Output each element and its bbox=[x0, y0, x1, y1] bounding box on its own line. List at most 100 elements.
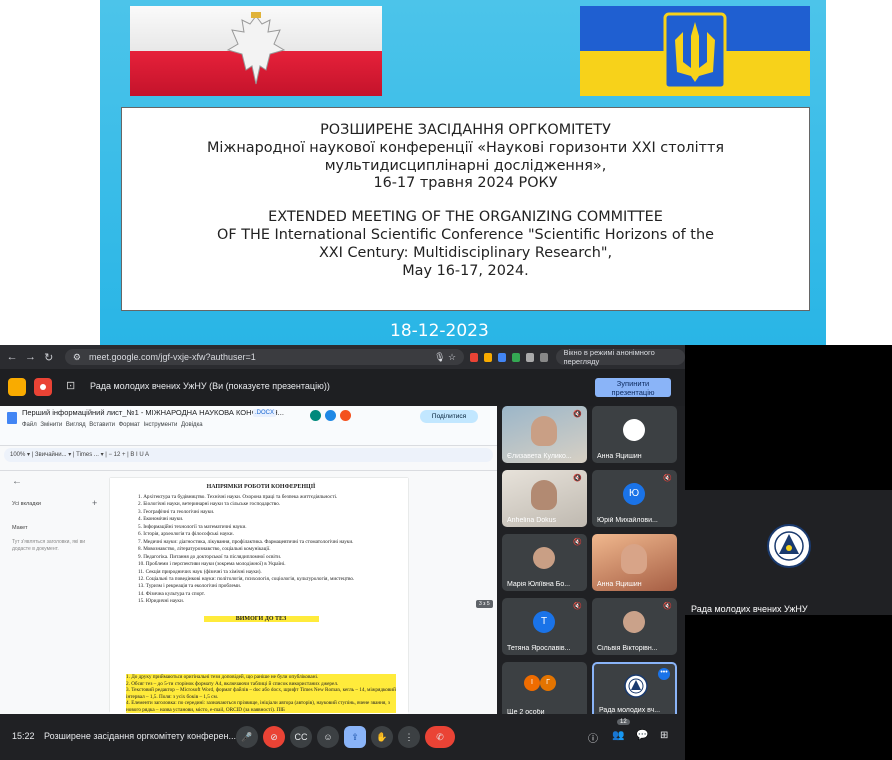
share-button[interactable]: Поділитися bbox=[420, 410, 478, 423]
people-icon[interactable]: 👥 bbox=[612, 730, 624, 741]
participant-tile[interactable]: Т 🔇 Тетяна Ярославів... bbox=[502, 598, 587, 655]
chat-icon[interactable]: 💬 bbox=[636, 730, 648, 741]
avatar[interactable] bbox=[310, 410, 321, 421]
extension-icon[interactable] bbox=[511, 352, 520, 362]
document-title[interactable]: Перший інформаційний лист_№1 - МІЖНАРОДН… bbox=[22, 408, 284, 417]
forward-icon[interactable]: → bbox=[24, 351, 36, 363]
participant-tile[interactable]: 🔇 Сільвія Вікторівн... bbox=[592, 598, 677, 655]
list-item: 13. Туризм і рекреація та екологічні про… bbox=[138, 583, 242, 590]
title-uk-line-3: мультидисциплінарні дослідження», bbox=[324, 157, 607, 174]
section-heading: НАПРЯМКИ РОБОТИ КОНФЕРЕНЦІЇ bbox=[206, 484, 316, 490]
incognito-indicator[interactable]: Вікно в режимі анонімного перегляду bbox=[555, 348, 685, 366]
participant-tile-self[interactable]: ••• Рада молодих вч... bbox=[592, 662, 677, 719]
site-info-icon[interactable]: ⚙ bbox=[73, 352, 81, 363]
participant-tile[interactable]: 🔇 Марія Юліївна Бо... bbox=[502, 534, 587, 591]
docx-badge: .DOCX bbox=[253, 409, 277, 417]
participant-video bbox=[621, 544, 647, 574]
stop-presenting-button[interactable]: Зупинити презентацію bbox=[595, 378, 671, 397]
title-en-line-4: May 16-17, 2024. bbox=[402, 262, 529, 279]
docs-menu[interactable]: Файл Змінити Вигляд Вставити Формат Інст… bbox=[22, 422, 203, 428]
avatar: Т bbox=[533, 611, 555, 633]
participant-tile[interactable]: 🔇 Anhelina Dokus bbox=[502, 470, 587, 527]
more-options-button[interactable]: ⋮ bbox=[398, 726, 420, 748]
list-item: 14. Фізична культура та спорт. bbox=[138, 590, 205, 597]
participant-tile[interactable]: 🔇 Єлизавета Кулико... bbox=[502, 406, 587, 463]
present-button[interactable]: ⇪ bbox=[344, 726, 366, 748]
captions-button[interactable]: CC bbox=[290, 726, 312, 748]
activities-icon[interactable]: ⊞ bbox=[660, 730, 668, 741]
raise-hand-button[interactable]: ✋ bbox=[371, 726, 393, 748]
microphone-button[interactable]: 🎤 bbox=[236, 726, 258, 748]
avatar bbox=[623, 419, 645, 441]
docs-icon bbox=[7, 412, 17, 424]
docs-formatting-toolbar[interactable]: 100% ▾ | Звичайни... ▾ | Times ... ▾ | −… bbox=[4, 448, 493, 462]
participant-video bbox=[531, 416, 557, 446]
microphone-status-icon[interactable]: 🎙 ☆ bbox=[434, 352, 456, 363]
end-call-button[interactable]: ✆ bbox=[425, 726, 455, 748]
participant-grid: 🔇 Єлизавета Кулико... Анна Яцишин 🔇 Anhe… bbox=[500, 406, 683, 719]
avatar bbox=[533, 547, 555, 569]
docs-header: Перший інформаційний лист_№1 - МІЖНАРОДН… bbox=[0, 406, 497, 446]
document-outline: ← Усі вкладки + Макет Тут з'являться заг… bbox=[0, 471, 108, 714]
ruler bbox=[0, 464, 497, 471]
avatar[interactable] bbox=[340, 410, 351, 421]
list-item: 7. Медичні науки: діагностика, лікування… bbox=[138, 538, 354, 545]
back-icon[interactable]: ← bbox=[6, 351, 18, 363]
participant-video bbox=[531, 480, 557, 510]
clock: 15:22 bbox=[12, 731, 35, 741]
mic-off-icon: 🔇 bbox=[573, 539, 582, 546]
reload-icon[interactable]: ↻ bbox=[43, 351, 55, 364]
avatar bbox=[623, 611, 645, 633]
extension-icon[interactable] bbox=[497, 352, 506, 362]
back-arrow-icon[interactable]: ← bbox=[12, 476, 22, 487]
meet-window: ⊡ Рада молодих вчених УжНУ (Ви (показуєт… bbox=[0, 369, 685, 760]
page-indicator: 3 з 5 bbox=[476, 600, 493, 608]
requirements-heading: ВИМОГИ ДО ТЕЗ bbox=[203, 615, 319, 622]
second-screen-panel: Рада молодих вчених УжНУ bbox=[685, 345, 892, 760]
all-tabs-label[interactable]: Усі вкладки bbox=[12, 501, 41, 507]
participant-name: Сільвія Вікторівн... bbox=[597, 645, 658, 652]
avatar[interactable] bbox=[325, 410, 336, 421]
participant-tile-large[interactable]: Рада молодих вчених УжНУ bbox=[685, 490, 892, 615]
participant-tile[interactable]: Анна Яцишин bbox=[592, 534, 677, 591]
participant-name: Рада молодих вч... bbox=[599, 707, 661, 714]
title-uk-line-1: РОЗШИРЕНЕ ЗАСІДАННЯ ОРГКОМІТЕТУ bbox=[320, 122, 611, 138]
more-options-icon[interactable]: ••• bbox=[658, 668, 670, 680]
more-participants-tile[interactable]: І Г Ще 2 особи bbox=[502, 662, 587, 719]
camera-off-button[interactable]: ⊘ bbox=[263, 726, 285, 748]
mic-off-icon: 🔇 bbox=[573, 603, 582, 610]
tryzub-emblem-icon bbox=[663, 12, 727, 90]
list-item: 2. Біологічні науки, ветеринарні науки т… bbox=[138, 501, 281, 508]
participant-tile[interactable]: Ю 🔇 Юрій Михайлови... bbox=[592, 470, 677, 527]
title-en-line-3: XXI Century: Multidisciplinary Research"… bbox=[318, 244, 613, 261]
participant-name: Анна Яцишин bbox=[597, 581, 642, 588]
title-en-line-2: OF THE International Scientific Conferen… bbox=[217, 226, 714, 243]
title-uk-line-4: 16-17 травня 2024 РОКУ bbox=[373, 175, 558, 192]
outline-hint: Тут з'являться заголовки, які ви додасте… bbox=[12, 539, 86, 552]
outline-heading: Макет bbox=[12, 525, 28, 531]
participant-name: Тетяна Ярославів... bbox=[507, 645, 571, 652]
list-item: 4. Економічні науки. bbox=[138, 516, 184, 523]
address-bar[interactable]: ⚙ meet.google.com/jgf-vxje-xfw?authuser=… bbox=[64, 349, 465, 365]
slides-icon bbox=[8, 378, 26, 396]
extension-icon[interactable] bbox=[525, 352, 534, 362]
emoji-button[interactable]: ☺ bbox=[317, 726, 339, 748]
requirement-item: 4. Елементи заголовка: по середині: зазн… bbox=[126, 700, 396, 713]
avatar: Ю bbox=[623, 483, 645, 505]
list-item: 11. Секція природничих наук (фізичні та … bbox=[138, 568, 262, 575]
participant-name: Рада молодих вчених УжНУ bbox=[691, 604, 808, 614]
list-item: 3. Географічні та геологічні науки. bbox=[138, 508, 215, 515]
mic-off-icon: 🔇 bbox=[663, 475, 672, 482]
extension-icon[interactable] bbox=[483, 352, 492, 362]
extension-icon[interactable] bbox=[470, 352, 478, 362]
info-icon[interactable]: ⓘ bbox=[588, 730, 598, 745]
list-item: 6. Історія, археологія та філософські на… bbox=[138, 531, 234, 538]
title-en-line-1: EXTENDED MEETING OF THE ORGANIZING COMMI… bbox=[268, 209, 663, 226]
participant-count-badge: 12 bbox=[617, 719, 630, 725]
sidebar-icon[interactable] bbox=[539, 352, 548, 362]
add-tab-icon[interactable]: + bbox=[92, 498, 97, 508]
university-logo-icon bbox=[624, 674, 648, 698]
url-text: meet.google.com/jgf-vxje-xfw?authuser=1 bbox=[88, 352, 256, 362]
participant-tile[interactable]: Анна Яцишин bbox=[592, 406, 677, 463]
white-eagle-emblem-icon bbox=[226, 12, 286, 85]
